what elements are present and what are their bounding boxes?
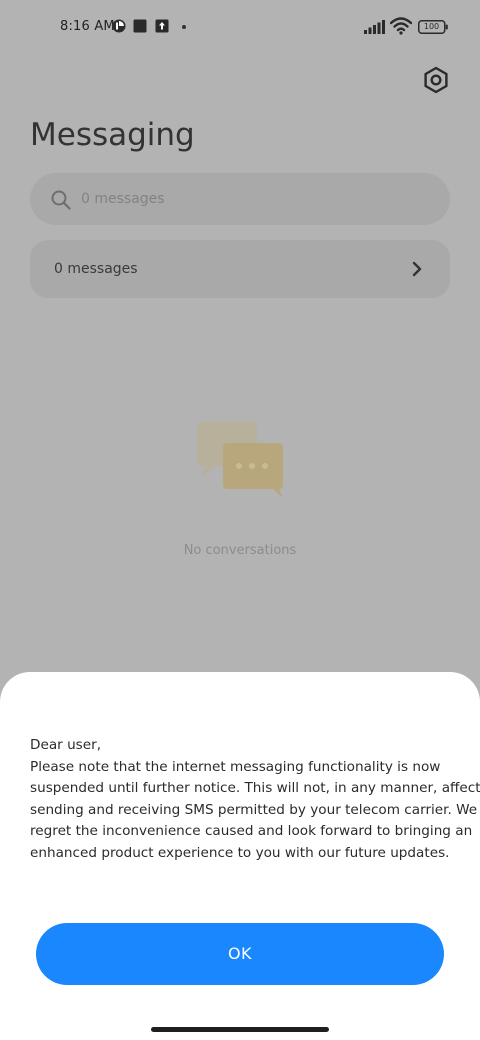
more-dot-icon	[182, 25, 186, 29]
home-indicator[interactable]	[151, 1027, 329, 1032]
square-notification-icon	[133, 19, 147, 33]
signal-icon	[364, 20, 385, 34]
wifi-icon	[390, 17, 412, 35]
dialog-message: Dear user, Please note that the internet…	[30, 735, 480, 865]
battery-level: 100	[423, 22, 440, 31]
dialog-message-line: sending and receiving SMS permitted by y…	[30, 801, 478, 818]
empty-state-text: No conversations	[183, 543, 297, 558]
search-bar[interactable]: 0 messages	[30, 173, 450, 225]
dialog-message-line: Dear user,	[30, 737, 102, 753]
notice-dialog: Dear user, Please note that the internet…	[0, 672, 480, 1040]
page-title: Messaging	[30, 117, 195, 153]
app-notification-icon	[112, 19, 126, 33]
messages-count-label: 0 messages	[54, 261, 138, 277]
status-time: 8:16 AM	[60, 19, 115, 34]
dialog-message-line: regret the inconvenience caused and look…	[30, 823, 473, 840]
chat-bubbles-icon	[197, 422, 283, 498]
status-bar: 8:16 AM 100	[0, 0, 480, 56]
messages-summary-card[interactable]: 0 messages	[30, 240, 450, 298]
dialog-message-line: enhanced product experience to you with …	[30, 844, 450, 861]
search-icon	[51, 190, 71, 210]
battery-icon: 100	[418, 20, 448, 34]
dialog-message-line: suspended until further notice. This wil…	[30, 780, 480, 797]
ok-button[interactable]: OK	[36, 923, 444, 985]
dialog-message-line: Please note that the internet messaging …	[30, 758, 441, 775]
settings-hexagon-icon[interactable]	[421, 65, 451, 95]
chevron-right-icon	[412, 261, 422, 277]
search-placeholder: 0 messages	[81, 191, 165, 207]
upload-icon	[155, 19, 169, 33]
